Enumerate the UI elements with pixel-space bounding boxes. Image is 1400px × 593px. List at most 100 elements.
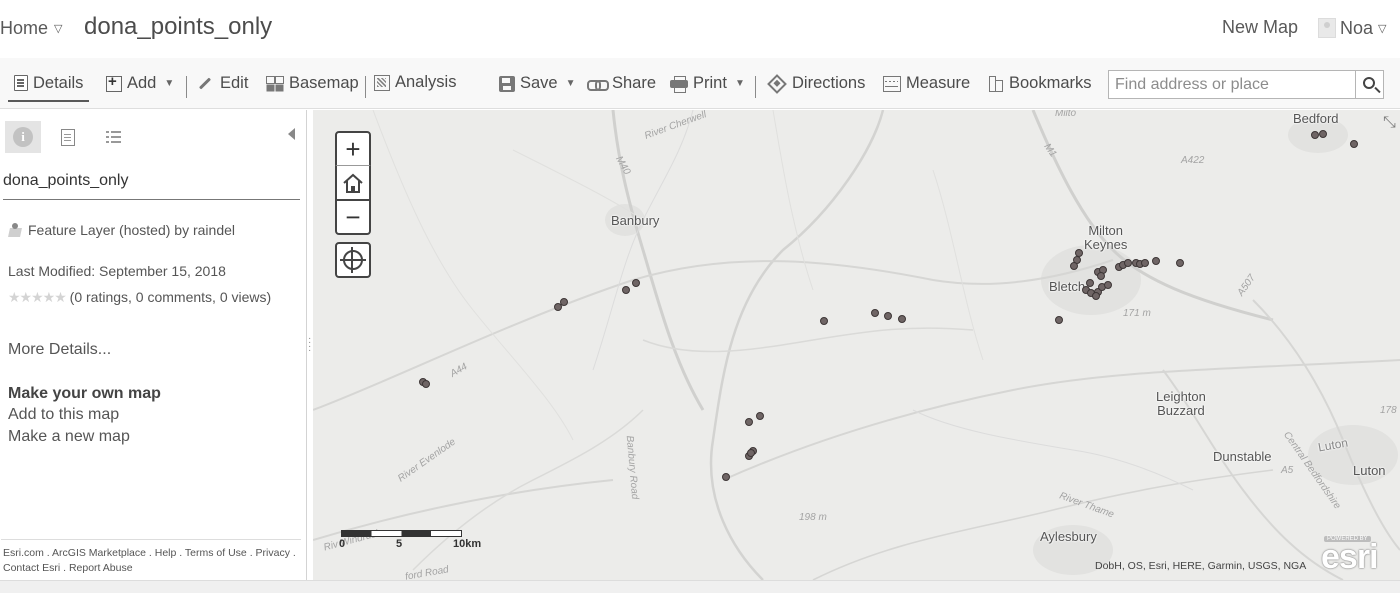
measure-label: Measure <box>906 74 971 92</box>
map-point[interactable] <box>1311 131 1319 139</box>
new-map-button[interactable]: New Map <box>1222 17 1298 38</box>
esri-logo-word: esri <box>1321 538 1378 576</box>
map-view[interactable]: River Cherwell M40 M1 Milto A422 A507 A4… <box>313 110 1400 580</box>
plus-icon: + <box>345 133 361 164</box>
zoom-in-button[interactable]: + <box>335 131 371 167</box>
toolbar-divider <box>755 76 756 98</box>
measure-button[interactable]: Measure <box>883 74 970 93</box>
ratings: ★★★★★ (0 ratings, 0 comments, 0 views) <box>8 288 278 306</box>
make-new-map-link[interactable]: Make a new map <box>8 428 130 446</box>
edit-label: Edit <box>220 74 249 92</box>
ratings-text: (0 ratings, 0 comments, 0 views) <box>69 289 272 305</box>
default-extent-button[interactable] <box>335 165 371 201</box>
user-name: Noa <box>1340 17 1374 38</box>
share-label: Share <box>612 74 657 92</box>
locate-button[interactable] <box>335 242 371 278</box>
map-point[interactable] <box>745 418 753 426</box>
share-button[interactable]: Share <box>587 74 656 93</box>
toolbar-divider <box>365 76 366 98</box>
elevation-label: 171 m <box>1123 308 1151 319</box>
footer-divider <box>1 539 301 540</box>
home-menu[interactable]: Home ▽ <box>0 18 62 39</box>
map-point[interactable] <box>622 286 630 294</box>
basemap-label: Basemap <box>289 74 359 92</box>
map-point[interactable] <box>871 309 879 317</box>
map-point[interactable] <box>722 473 730 481</box>
map-point[interactable] <box>422 380 430 388</box>
road-label: A422 <box>1181 155 1205 166</box>
map-point[interactable] <box>1092 292 1100 300</box>
bookmarks-button[interactable]: Bookmarks <box>988 74 1092 93</box>
place-label-faint: Milto <box>1055 110 1077 119</box>
map-point[interactable] <box>747 449 755 457</box>
analysis-icon <box>374 74 390 91</box>
map-point[interactable] <box>1104 281 1112 289</box>
panel-resize-handle[interactable]: · · · · <box>308 334 311 356</box>
map-point[interactable] <box>898 315 906 323</box>
tab-content[interactable] <box>50 121 86 153</box>
map-point[interactable] <box>756 412 764 420</box>
basemap-button[interactable]: Basemap <box>266 74 359 93</box>
map-point[interactable] <box>560 298 568 306</box>
footer-link-report[interactable]: Report Abuse <box>69 562 133 574</box>
road-label: 178 <box>1380 405 1397 416</box>
add-button[interactable]: Add ▼ <box>106 73 175 93</box>
scale-label: 10km <box>453 538 482 550</box>
map-point[interactable] <box>1141 259 1149 267</box>
footer-link-marketplace[interactable]: ArcGIS Marketplace <box>52 547 146 559</box>
esri-logo[interactable]: esri POWERED BY <box>1321 535 1391 576</box>
chevron-down-icon: ▼ <box>164 78 175 89</box>
search-input[interactable] <box>1108 70 1356 99</box>
collapse-panel-icon[interactable] <box>288 128 295 140</box>
footer-link-contact[interactable]: Contact Esri <box>3 562 60 574</box>
footer-link-help[interactable]: Help <box>155 547 177 559</box>
chevron-down-icon: ▽ <box>54 23 63 35</box>
analysis-button[interactable]: Analysis <box>374 73 456 92</box>
zoom-out-button[interactable]: − <box>335 199 371 235</box>
add-to-map-link[interactable]: Add to this map <box>8 406 119 424</box>
scale-bar <box>341 530 462 537</box>
details-button[interactable]: Details <box>8 66 90 102</box>
details-icon <box>14 75 28 91</box>
user-menu[interactable]: Noa ▽ <box>1318 15 1387 41</box>
map-point[interactable] <box>1152 257 1160 265</box>
more-details-link[interactable]: More Details... <box>8 341 111 359</box>
expand-map-icon[interactable]: ⤡ <box>1383 114 1396 132</box>
edit-button[interactable]: Edit <box>198 74 248 93</box>
layer-type-label: Feature Layer (hosted) by raindel <box>28 222 235 238</box>
map-point[interactable] <box>820 317 828 325</box>
print-button[interactable]: Print ▼ <box>670 74 745 93</box>
map-point[interactable] <box>632 279 640 287</box>
map-point[interactable] <box>884 312 892 320</box>
footer-link-terms[interactable]: Terms of Use <box>185 547 247 559</box>
map-point[interactable] <box>1350 140 1358 148</box>
place-label: Dunstable <box>1213 449 1272 464</box>
toolbar-divider <box>186 76 187 98</box>
basemap-roads <box>313 110 1400 580</box>
save-button[interactable]: Save ▼ <box>499 74 576 93</box>
rating-stars-icon[interactable]: ★★★★★ <box>8 289 67 305</box>
map-point[interactable] <box>1176 259 1184 267</box>
map-point[interactable] <box>1319 130 1327 138</box>
footer-link-esri[interactable]: Esri.com <box>3 547 44 559</box>
map-point[interactable] <box>1124 259 1132 267</box>
search-button[interactable] <box>1355 70 1384 99</box>
map-point[interactable] <box>1055 316 1063 324</box>
bookmarks-label: Bookmarks <box>1009 74 1092 92</box>
details-label: Details <box>33 73 84 92</box>
powered-by-label: POWERED BY <box>1324 536 1371 542</box>
tab-legend[interactable] <box>96 121 132 153</box>
feature-layer-icon <box>8 222 22 238</box>
share-link-icon <box>587 79 609 91</box>
info-icon: i <box>13 127 33 147</box>
map-point[interactable] <box>1097 272 1105 280</box>
bottom-strip <box>0 580 1400 593</box>
search-icon <box>1363 77 1375 89</box>
map-point[interactable] <box>1070 262 1078 270</box>
directions-button[interactable]: Directions <box>767 73 865 94</box>
footer-link-privacy[interactable]: Privacy <box>256 547 290 559</box>
bookmark-icon <box>988 75 1004 92</box>
tab-about[interactable]: i <box>5 121 41 153</box>
place-label: Bletch <box>1049 279 1086 294</box>
add-label: Add <box>127 74 157 92</box>
